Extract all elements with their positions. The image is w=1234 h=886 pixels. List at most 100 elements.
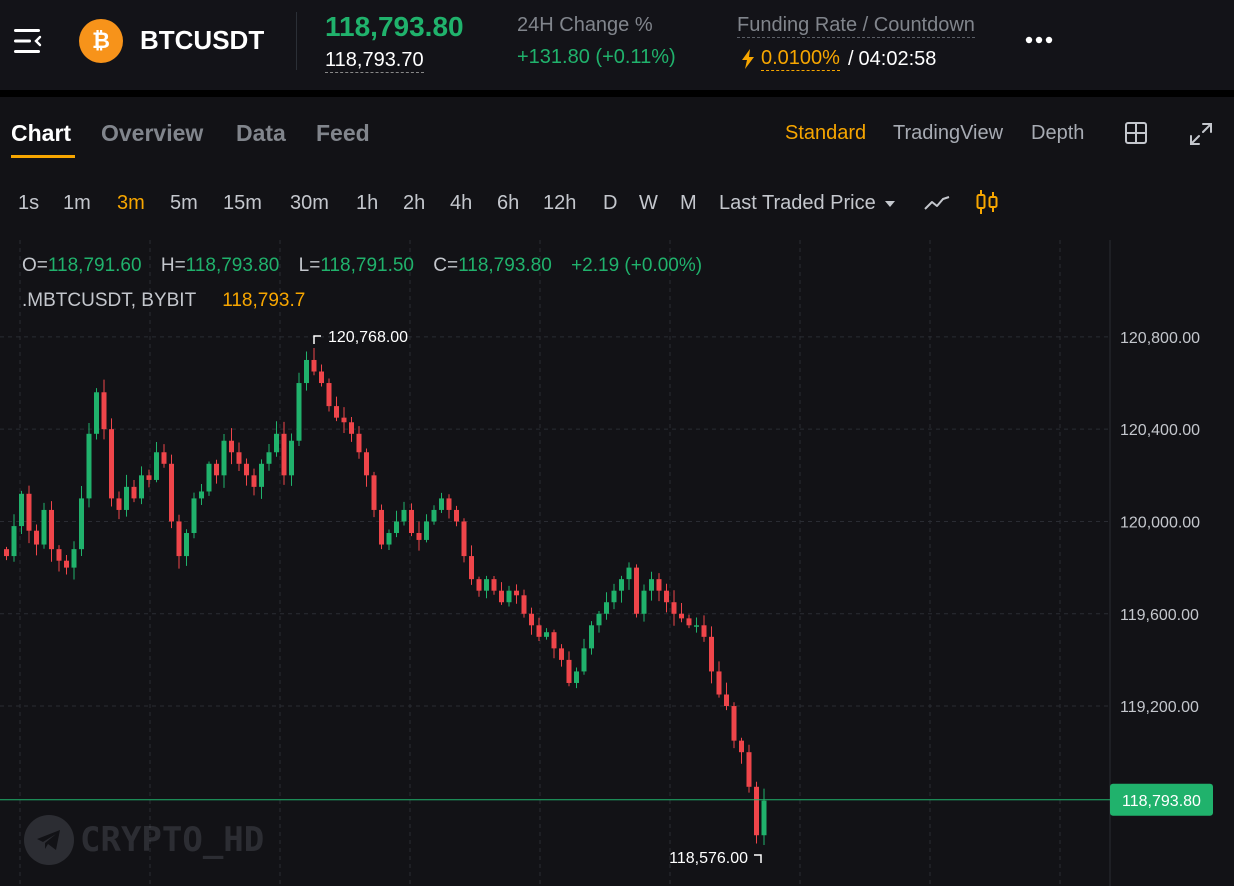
tab-chart[interactable]: Chart <box>11 120 71 147</box>
candle-body <box>454 509 459 522</box>
candle-body <box>304 359 309 384</box>
high-label: H= <box>160 255 186 276</box>
low-value: 118,791.50 <box>320 255 414 276</box>
price-type-label: Last Traded Price <box>719 192 876 214</box>
fullscreen-expand-icon[interactable] <box>1188 121 1214 147</box>
candle-body <box>79 498 84 550</box>
candle-body <box>11 526 17 557</box>
timeframe-2h[interactable]: 2h <box>403 192 425 215</box>
candle-body <box>424 521 429 540</box>
candle-body <box>49 509 54 550</box>
candlestick-chart[interactable]: 120,800.00 120,400.00 120,000.00 119,600.00… <box>0 240 1234 886</box>
y-tick-label: 120,400.00 <box>1120 422 1200 439</box>
timeframe-m[interactable]: M <box>680 192 697 215</box>
low-label: L= <box>298 255 321 276</box>
candle-body <box>476 579 482 591</box>
mark-price[interactable]: 118,793.70 <box>325 49 424 73</box>
more-icon[interactable] <box>1025 36 1053 44</box>
line-chart-icon[interactable] <box>924 193 950 213</box>
candle-body <box>386 533 392 545</box>
timeframe-4h[interactable]: 4h <box>450 192 472 215</box>
view-tradingview[interactable]: TradingView <box>893 122 1003 145</box>
timeframe-w[interactable]: W <box>639 192 658 215</box>
telegram-icon <box>24 815 74 865</box>
active-tab-indicator <box>11 155 75 158</box>
candle-body <box>686 618 692 626</box>
candle-body <box>626 567 632 580</box>
y-tick-label: 119,200.00 <box>1120 699 1199 716</box>
candle-body <box>394 521 399 534</box>
timeframe-3m[interactable]: 3m <box>117 192 145 215</box>
timeframe-15m[interactable]: 15m <box>223 192 262 215</box>
candle-body <box>529 613 534 626</box>
candle-body <box>191 498 197 534</box>
candle-body <box>71 549 77 568</box>
tab-feed[interactable]: Feed <box>316 120 370 147</box>
tab-overview[interactable]: Overview <box>101 120 203 147</box>
section-gap <box>0 90 1234 97</box>
timeframe-6h[interactable]: 6h <box>497 192 519 215</box>
low-price-label: 118,576.00 <box>669 850 748 867</box>
candle-body <box>199 491 204 499</box>
candle-body <box>116 498 122 510</box>
candle-body <box>341 417 347 423</box>
candle-body <box>101 392 107 430</box>
candle-body <box>401 509 407 522</box>
tab-data[interactable]: Data <box>236 120 286 147</box>
countdown-separator: / <box>847 47 854 70</box>
open-label: O= <box>22 255 48 276</box>
candle-body <box>671 602 677 614</box>
candle-body <box>521 595 527 614</box>
candle-body <box>701 625 707 637</box>
candle-body <box>604 602 609 614</box>
candle-body <box>491 579 497 591</box>
candle-body <box>259 463 264 487</box>
timeframe-1m[interactable]: 1m <box>63 192 91 215</box>
menu-icon[interactable] <box>14 28 44 54</box>
grid-layout-icon[interactable] <box>1124 121 1148 145</box>
candle-body <box>439 498 444 510</box>
candle-body <box>446 498 452 510</box>
y-tick-label: 120,800.00 <box>1120 330 1200 347</box>
timeframe-d[interactable]: D <box>603 192 617 215</box>
change-value: +131.80 (+0.11%) <box>517 46 676 68</box>
timeframe-1h[interactable]: 1h <box>356 192 378 215</box>
candle-body <box>739 740 744 753</box>
open-value: 118,791.60 <box>47 255 142 276</box>
funding-label[interactable]: Funding Rate / Countdown <box>737 14 975 38</box>
low-marker-arrow <box>754 854 762 863</box>
index-name: .MBTCUSDT, BYBIT <box>22 290 197 311</box>
candle-body <box>724 694 729 707</box>
candle-body <box>124 486 129 510</box>
candle-body <box>311 359 317 372</box>
candlestick-icon[interactable] <box>975 189 999 215</box>
candle-body <box>161 452 167 464</box>
close-label: C= <box>433 255 459 276</box>
index-source: .MBTCUSDT, BYBIT 118,793.7 <box>22 290 305 312</box>
timeframe-5m[interactable]: 5m <box>170 192 198 215</box>
candle-body <box>56 549 62 561</box>
view-standard[interactable]: Standard <box>785 122 866 145</box>
candle-body <box>266 452 272 464</box>
candle-body <box>566 659 572 683</box>
candle-body <box>356 433 362 453</box>
candle-body <box>146 475 152 480</box>
bitcoin-icon: ₿ <box>79 19 123 63</box>
funding-rate[interactable]: 0.0100% <box>761 47 840 71</box>
view-depth[interactable]: Depth <box>1031 122 1084 145</box>
candle-body <box>649 579 654 591</box>
candle-body <box>64 560 69 568</box>
timeframe-30m[interactable]: 30m <box>290 192 329 215</box>
price-type-select[interactable]: Last Traded Price <box>719 192 896 215</box>
candle-body <box>289 440 294 476</box>
candle-body <box>244 463 249 476</box>
candle-body <box>214 463 219 476</box>
candle-body <box>206 463 212 492</box>
close-value: 118,793.80 <box>458 255 552 276</box>
candle-body <box>236 452 242 464</box>
symbol-name[interactable]: BTCUSDT <box>140 25 264 56</box>
timeframe-12h[interactable]: 12h <box>543 192 576 215</box>
candle-body <box>371 475 377 510</box>
timeframe-1s[interactable]: 1s <box>18 192 39 215</box>
candle-body <box>761 800 767 836</box>
